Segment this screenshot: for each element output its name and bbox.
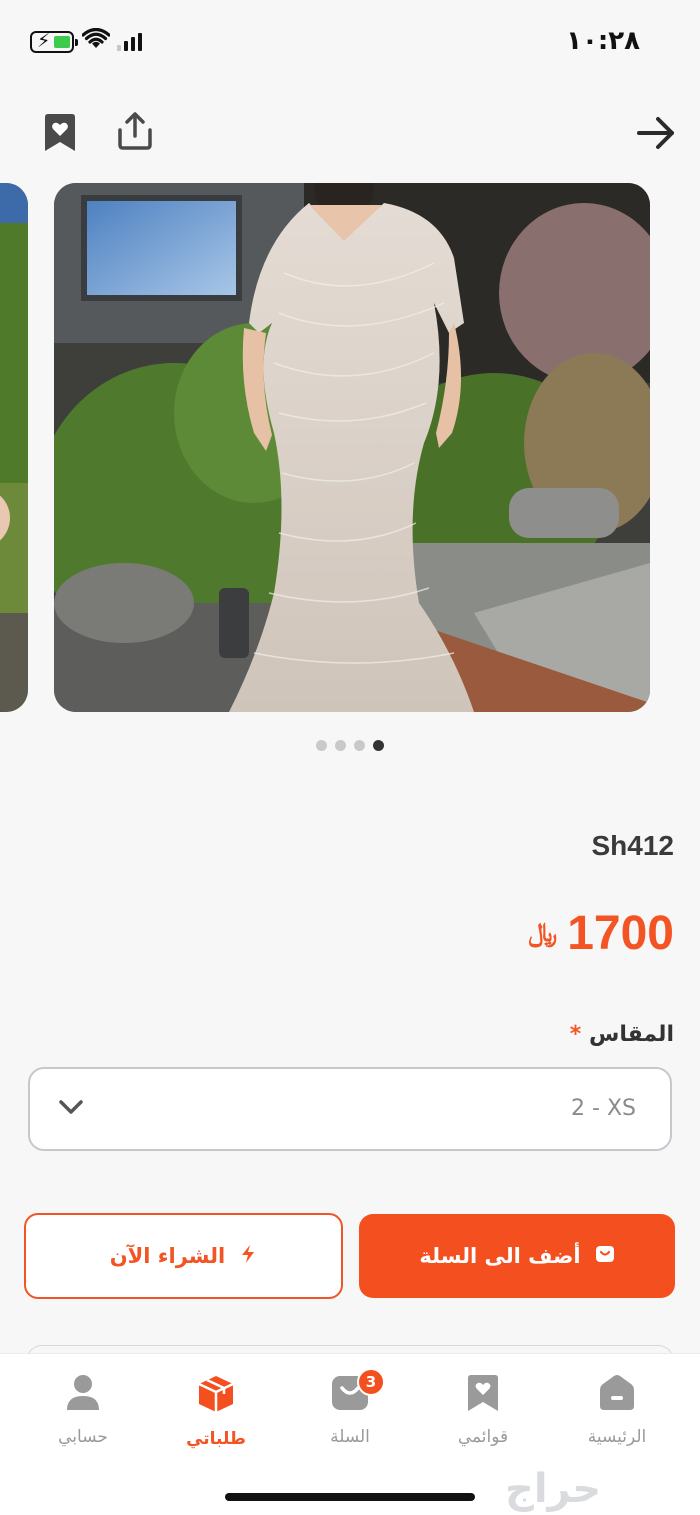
currency-symbol: ﷼: [528, 918, 558, 948]
battery-icon: ⚡: [30, 30, 78, 53]
nav-item-cart[interactable]: 3 السلة: [295, 1368, 405, 1447]
size-label: المقاس *: [570, 1022, 674, 1047]
price-value: 1700: [567, 907, 674, 960]
buy-now-button[interactable]: الشراء الآن: [24, 1213, 343, 1299]
selected-size: 2 - XS: [571, 1096, 636, 1121]
nav-label: قوائمي: [457, 1427, 509, 1447]
lightning-icon: [239, 1244, 257, 1269]
bookmark-icon: [466, 1374, 500, 1417]
haraj-watermark: حراج: [505, 1466, 602, 1512]
nav-label: الرئيسية: [587, 1427, 647, 1447]
required-mark: *: [569, 1022, 582, 1047]
wifi-icon: [81, 27, 111, 54]
nav-item-home[interactable]: الرئيسية: [562, 1374, 672, 1447]
cart-count-badge: 3: [357, 1368, 385, 1396]
carousel-dot[interactable]: [354, 740, 365, 751]
box-icon: [196, 1374, 236, 1419]
share-icon[interactable]: [116, 112, 154, 154]
cellular-signal-icon: [117, 33, 142, 51]
cart-bag-icon: [595, 1244, 615, 1269]
save-bookmark-icon[interactable]: [42, 114, 78, 156]
nav-item-orders[interactable]: طلباتي: [161, 1374, 271, 1449]
home-icon: [598, 1374, 636, 1417]
carousel-dot[interactable]: [316, 740, 327, 751]
add-to-cart-button[interactable]: أضف الى السلة: [359, 1214, 675, 1298]
product-sku: Sh412: [591, 830, 675, 861]
product-image[interactable]: [54, 183, 650, 712]
nav-label: طلباتي: [186, 1429, 246, 1449]
home-indicator[interactable]: [225, 1493, 475, 1501]
buy-now-label: الشراء الآن: [109, 1244, 226, 1268]
size-label-text: المقاس: [588, 1022, 674, 1047]
add-to-cart-label: أضف الى السلة: [419, 1244, 581, 1268]
size-select[interactable]: 2 - XS: [28, 1067, 672, 1151]
carousel-dot-active[interactable]: [373, 740, 384, 751]
nav-label: حسابي: [58, 1427, 108, 1447]
previous-product-image[interactable]: [0, 183, 28, 712]
product-price: ﷼ 1700: [528, 906, 674, 961]
carousel-pagination: [0, 740, 700, 751]
carousel-dot[interactable]: [335, 740, 346, 751]
nav-item-account[interactable]: حسابي: [28, 1374, 138, 1447]
nav-label: السلة: [330, 1427, 370, 1447]
back-arrow-icon[interactable]: [636, 116, 676, 154]
nav-item-lists[interactable]: قوائمي: [428, 1374, 538, 1447]
user-icon: [65, 1374, 101, 1417]
chevron-down-icon: [58, 1099, 84, 1119]
status-time: ١٠:٢٨: [566, 26, 640, 56]
